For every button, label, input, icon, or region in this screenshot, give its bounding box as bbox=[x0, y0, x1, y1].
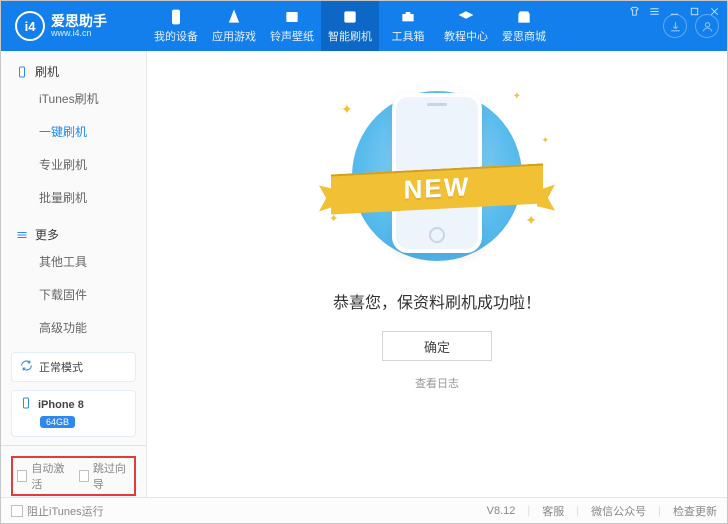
nav-ringtones[interactable]: 铃声壁纸 bbox=[263, 1, 321, 51]
main-panel: NEW ✦ ✦ ✦ ✦ ✦ 恭喜您，保资料刷机成功啦！ 确定 查看日志 bbox=[147, 51, 727, 497]
sparkle-icon: ✦ bbox=[329, 212, 338, 225]
mode-label: 正常模式 bbox=[39, 359, 83, 375]
nav-flash[interactable]: 智能刷机 bbox=[321, 1, 379, 51]
logo-badge: i4 bbox=[15, 11, 45, 41]
checkbox-skip-setup[interactable]: 跳过向导 bbox=[79, 460, 131, 492]
footer-link-support[interactable]: 客服 bbox=[542, 503, 564, 519]
nav-label: 我的设备 bbox=[154, 28, 198, 44]
view-log-link[interactable]: 查看日志 bbox=[415, 375, 459, 391]
sidebar-item-pro-flash[interactable]: 专业刷机 bbox=[39, 148, 146, 181]
nav-label: 铃声壁纸 bbox=[270, 28, 314, 44]
store-icon bbox=[515, 8, 533, 26]
mode-card[interactable]: 正常模式 bbox=[11, 352, 136, 382]
shirt-icon[interactable] bbox=[626, 4, 642, 18]
nav-label: 智能刷机 bbox=[328, 28, 372, 44]
top-nav: 我的设备 应用游戏 铃声壁纸 智能刷机 工具箱 教程中心 爱思商城 bbox=[147, 1, 663, 51]
separator: | bbox=[527, 505, 530, 517]
sparkle-icon: ✦ bbox=[525, 212, 537, 229]
sidebar-item-batch-flash[interactable]: 批量刷机 bbox=[39, 181, 146, 214]
menu-icon[interactable] bbox=[646, 4, 662, 18]
app-subtitle: www.i4.cn bbox=[51, 28, 107, 39]
status-bar: 阻止iTunes运行 V8.12 | 客服 | 微信公众号 | 检查更新 bbox=[1, 497, 727, 523]
nav-apps[interactable]: 应用游戏 bbox=[205, 1, 263, 51]
confirm-button[interactable]: 确定 bbox=[382, 331, 492, 361]
device-name: iPhone 8 bbox=[38, 399, 84, 411]
nav-store[interactable]: 爱思商城 bbox=[495, 1, 553, 51]
titlebar: i4 爱思助手 www.i4.cn 我的设备 应用游戏 铃声壁纸 智能刷机 工具… bbox=[1, 1, 727, 51]
close-icon[interactable] bbox=[706, 4, 722, 18]
separator: | bbox=[658, 505, 661, 517]
chk-label: 阻止iTunes运行 bbox=[27, 503, 104, 519]
device-icon bbox=[15, 65, 29, 79]
sparkle-icon: ✦ bbox=[341, 101, 353, 118]
section-label: 刷机 bbox=[35, 63, 59, 80]
cycle-icon bbox=[20, 359, 33, 375]
device-card[interactable]: iPhone 8 64GB bbox=[11, 390, 136, 437]
nav-label: 教程中心 bbox=[444, 28, 488, 44]
sidebar-item-download-firmware[interactable]: 下载固件 bbox=[39, 278, 146, 311]
sidebar-item-itunes-flash[interactable]: iTunes刷机 bbox=[39, 82, 146, 115]
chk-label: 跳过向导 bbox=[93, 460, 130, 492]
chk-label: 自动激活 bbox=[31, 460, 68, 492]
section-label: 更多 bbox=[35, 226, 59, 243]
app-icon bbox=[225, 8, 243, 26]
sparkle-icon: ✦ bbox=[541, 135, 549, 146]
sidebar-item-oneclick-flash[interactable]: 一键刷机 bbox=[39, 115, 146, 148]
highlight-box: 自动激活 跳过向导 bbox=[11, 456, 136, 496]
success-illustration: NEW ✦ ✦ ✦ ✦ ✦ bbox=[317, 81, 557, 271]
separator: | bbox=[576, 505, 579, 517]
sidebar-item-other-tools[interactable]: 其他工具 bbox=[39, 245, 146, 278]
footer-link-update[interactable]: 检查更新 bbox=[673, 503, 717, 519]
toolbox-icon bbox=[399, 8, 417, 26]
sidebar-section-more[interactable]: 更多 bbox=[1, 214, 146, 245]
checkbox-block-itunes[interactable]: 阻止iTunes运行 bbox=[11, 503, 104, 519]
nav-tools[interactable]: 工具箱 bbox=[379, 1, 437, 51]
sidebar-item-advanced[interactable]: 高级功能 bbox=[39, 311, 146, 344]
phone-icon bbox=[167, 8, 185, 26]
version-label: V8.12 bbox=[487, 505, 516, 517]
nav-my-device[interactable]: 我的设备 bbox=[147, 1, 205, 51]
app-logo: i4 爱思助手 www.i4.cn bbox=[1, 11, 147, 41]
phone-small-icon bbox=[20, 397, 32, 412]
nav-tutorials[interactable]: 教程中心 bbox=[437, 1, 495, 51]
nav-label: 工具箱 bbox=[392, 28, 425, 44]
nav-label: 爱思商城 bbox=[502, 28, 546, 44]
footer-link-wechat[interactable]: 微信公众号 bbox=[591, 503, 646, 519]
maximize-icon[interactable] bbox=[686, 4, 702, 18]
success-message: 恭喜您，保资料刷机成功啦！ bbox=[333, 289, 541, 313]
app-title: 爱思助手 bbox=[51, 14, 107, 28]
nav-label: 应用游戏 bbox=[212, 28, 256, 44]
checkbox-auto-activate[interactable]: 自动激活 bbox=[17, 460, 69, 492]
image-icon bbox=[283, 8, 301, 26]
sidebar-section-flash[interactable]: 刷机 bbox=[1, 51, 146, 82]
refresh-icon bbox=[341, 8, 359, 26]
more-icon bbox=[15, 228, 29, 242]
minimize-icon[interactable] bbox=[666, 4, 682, 18]
storage-badge: 64GB bbox=[40, 416, 75, 428]
sidebar: 刷机 iTunes刷机 一键刷机 专业刷机 批量刷机 更多 其他工具 下载固件 … bbox=[1, 51, 147, 497]
grad-icon bbox=[457, 8, 475, 26]
sparkle-icon: ✦ bbox=[513, 91, 521, 102]
